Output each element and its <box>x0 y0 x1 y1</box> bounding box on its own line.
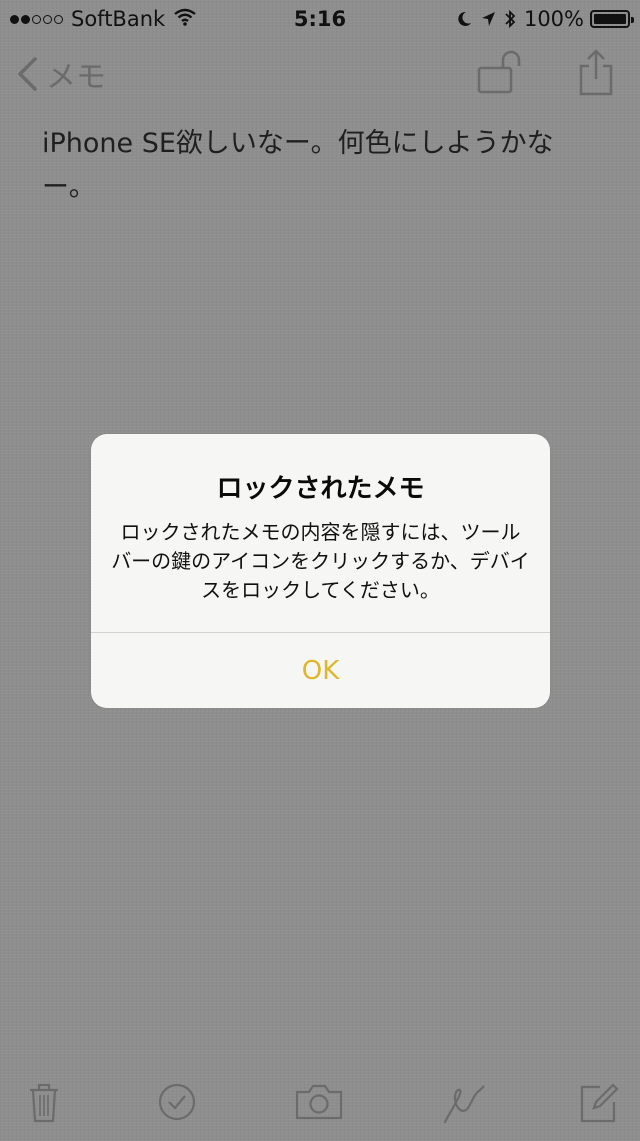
lock-button[interactable] <box>476 50 524 100</box>
compose-icon <box>580 1083 619 1123</box>
trash-icon <box>30 1083 58 1123</box>
sketch-icon <box>443 1085 485 1124</box>
unlocked-padlock-icon <box>477 50 521 94</box>
bluetooth-icon <box>504 9 516 29</box>
share-icon <box>579 49 613 96</box>
sketch-button[interactable] <box>440 1082 486 1130</box>
delete-button[interactable] <box>28 1082 60 1128</box>
back-label: メモ <box>46 60 106 95</box>
camera-icon <box>295 1084 343 1120</box>
alert-title: ロックされたメモ <box>216 474 425 504</box>
alert-message: ロックされたメモの内容を隠すには、ツールバーの鍵のアイコンをクリックするか、デバ… <box>111 520 530 602</box>
battery-percent: 100% <box>523 7 584 31</box>
back-button[interactable]: メモ <box>16 52 106 96</box>
battery-icon <box>590 10 634 28</box>
status-bar: SoftBank 5:16 100% <box>0 0 640 38</box>
note-text[interactable]: iPhone SE欲しいなー。何色にしようかなー。 <box>42 122 582 210</box>
ok-button[interactable]: OK <box>91 633 550 708</box>
location-arrow-icon <box>480 10 496 28</box>
compose-button[interactable] <box>578 1082 620 1128</box>
camera-button[interactable] <box>294 1082 344 1126</box>
chevron-left-icon <box>18 57 37 91</box>
nav-bar: メモ <box>0 42 640 104</box>
locked-note-alert: ロックされたメモ ロックされたメモの内容を隠すには、ツールバーの鍵のアイコンをク… <box>91 434 550 708</box>
moon-icon <box>456 10 472 28</box>
bottom-toolbar <box>0 1070 640 1138</box>
checklist-icon <box>158 1083 196 1121</box>
share-button[interactable] <box>578 48 614 102</box>
checklist-button[interactable] <box>157 1082 197 1126</box>
status-right: 100% <box>448 7 634 31</box>
